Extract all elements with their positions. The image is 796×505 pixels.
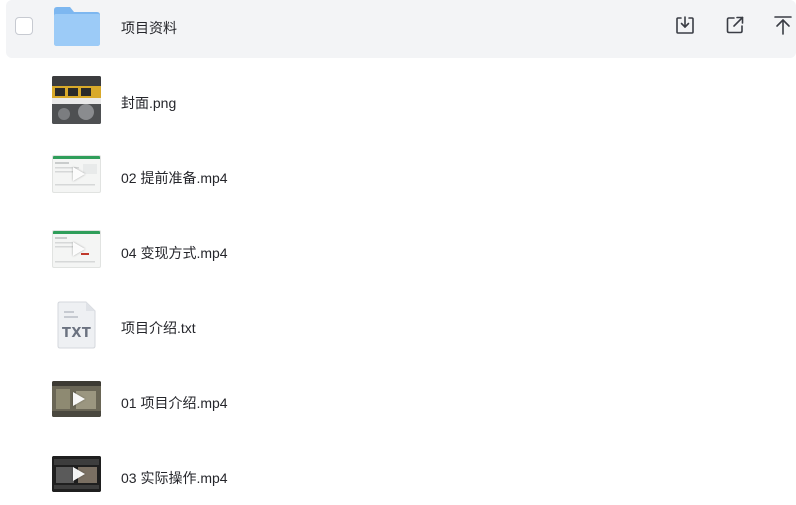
file-row-video[interactable]: 01 项目介绍.mp4 [6, 372, 796, 430]
play-icon [72, 242, 85, 256]
play-icon [72, 167, 85, 181]
folder-icon [52, 4, 102, 50]
video-thumbnail [52, 456, 101, 492]
file-row-text[interactable]: TXT 项目介绍.txt [6, 297, 796, 355]
file-name[interactable]: 项目资料 [121, 18, 177, 38]
play-icon [72, 467, 85, 481]
pin-to-top-icon[interactable] [770, 12, 796, 38]
file-row-video[interactable]: 04 变现方式.mp4 [6, 222, 796, 280]
txt-badge: TXT [62, 326, 92, 341]
video-thumbnail [52, 381, 101, 417]
video-thumbnail [52, 230, 101, 268]
share-icon[interactable] [722, 12, 748, 38]
file-row-video[interactable]: 03 实际操作.mp4 [6, 447, 796, 505]
file-row-video[interactable]: 02 提前准备.mp4 [6, 147, 796, 205]
image-thumbnail [52, 76, 101, 124]
file-name[interactable]: 01 项目介绍.mp4 [121, 393, 228, 413]
download-icon[interactable] [672, 12, 698, 38]
video-thumbnail [52, 155, 101, 193]
file-row-image[interactable]: 封面.png [6, 72, 796, 130]
file-name[interactable]: 02 提前准备.mp4 [121, 168, 228, 188]
select-checkbox[interactable] [15, 17, 33, 35]
file-name[interactable]: 04 变现方式.mp4 [121, 243, 228, 263]
file-name[interactable]: 项目介绍.txt [121, 318, 196, 338]
file-name[interactable]: 封面.png [121, 93, 176, 113]
file-name[interactable]: 03 实际操作.mp4 [121, 468, 228, 488]
play-icon [72, 392, 85, 406]
txt-file-icon: TXT [55, 301, 97, 349]
file-row-folder[interactable]: 项目资料 [6, 0, 796, 58]
